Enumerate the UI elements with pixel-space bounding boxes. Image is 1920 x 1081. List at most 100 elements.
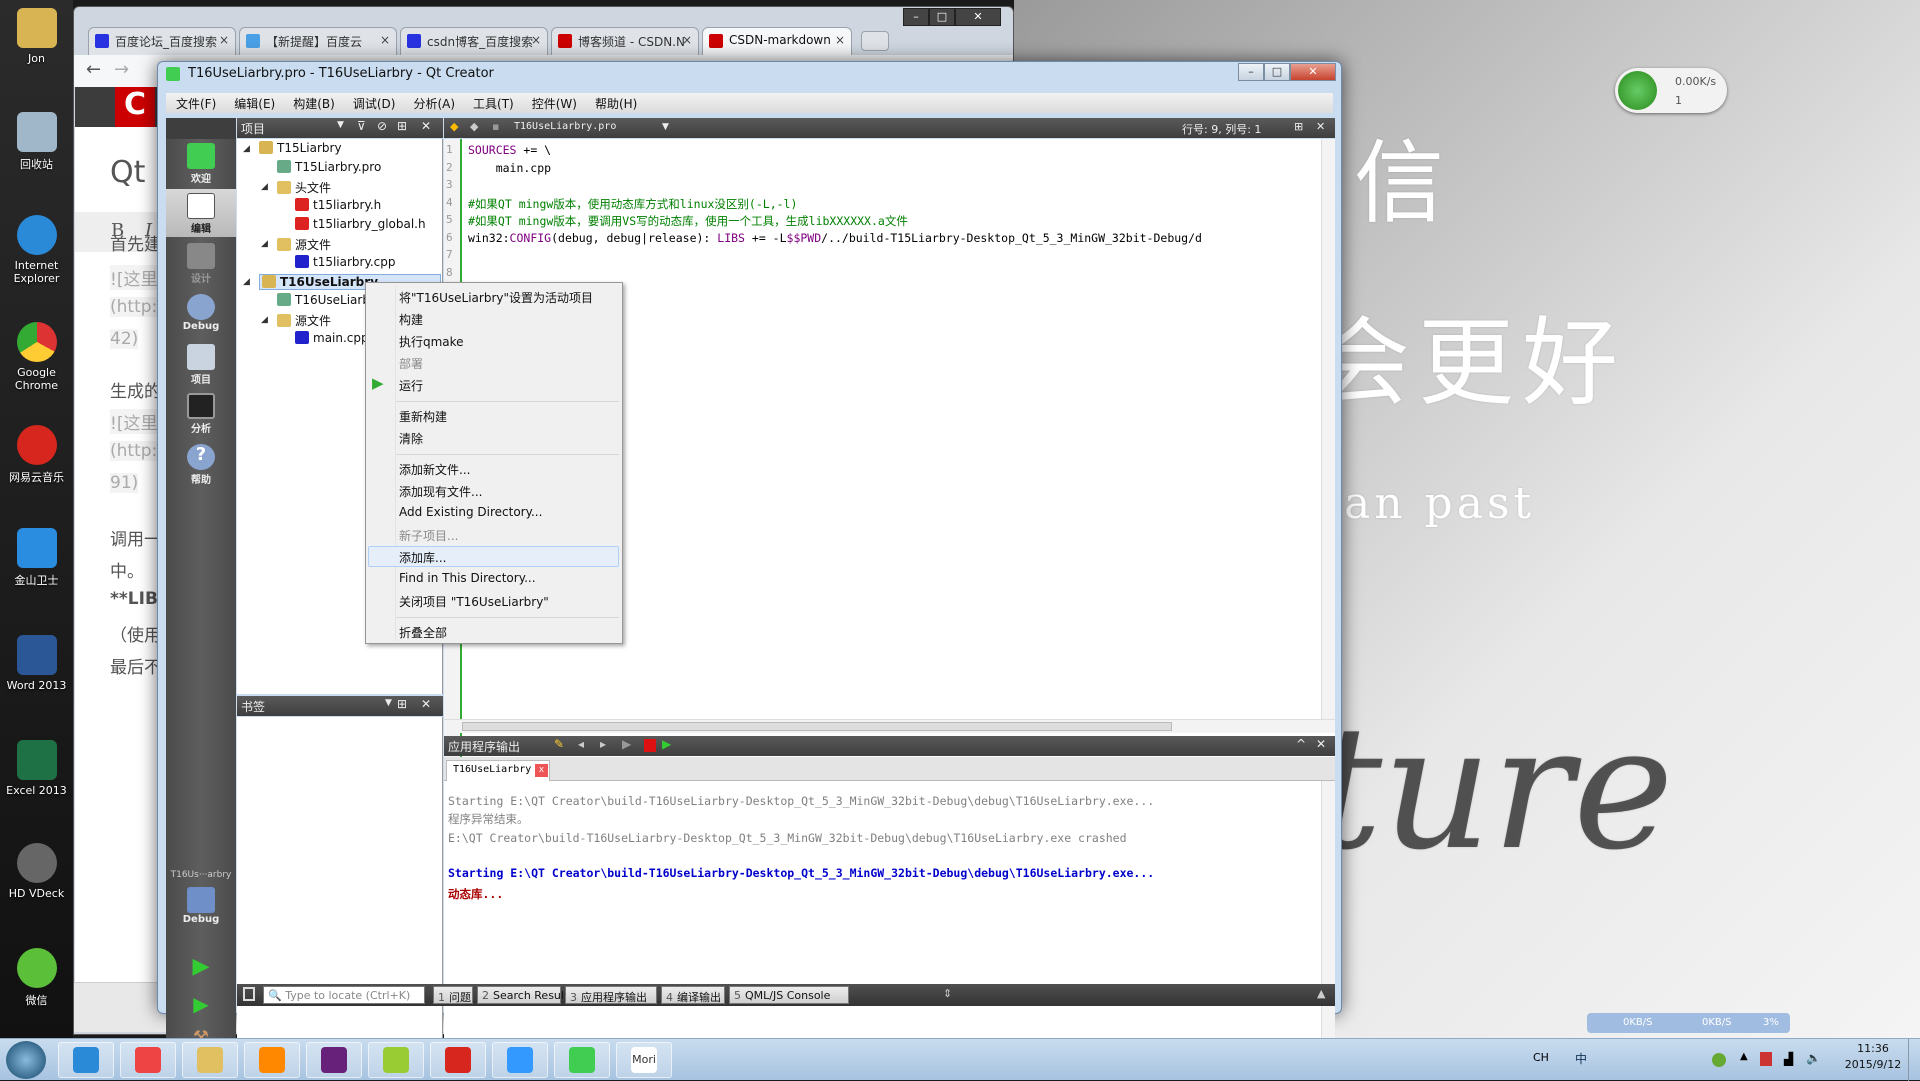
- close-icon[interactable]: ✕: [1316, 737, 1326, 751]
- run-button[interactable]: ▶: [166, 954, 236, 979]
- output-pane-button[interactable]: 1 问题: [433, 986, 473, 1004]
- mode-projects[interactable]: 项目: [166, 344, 236, 386]
- desktop-icon-recycle-bin[interactable]: 回收站: [0, 112, 73, 172]
- browser-tab[interactable]: 百度论坛_百度搜索 ×: [88, 27, 236, 55]
- context-menu-item[interactable]: 新子项目...: [399, 527, 458, 544]
- tree-item[interactable]: main.cpp: [295, 331, 369, 345]
- context-menu-item[interactable]: 添加现有文件...: [399, 483, 482, 500]
- start-button[interactable]: [6, 1041, 46, 1079]
- context-menu-item[interactable]: 添加新文件...: [399, 461, 470, 478]
- expand-arrow-icon[interactable]: ◢: [261, 182, 268, 192]
- minimize-button[interactable]: –: [1238, 63, 1264, 81]
- taskbar-app-file-explorer[interactable]: [182, 1042, 238, 1078]
- mode-design[interactable]: 设计: [166, 243, 236, 285]
- desktop-icon-netease-music[interactable]: 网易云音乐: [0, 425, 73, 485]
- minimize-button[interactable]: –: [903, 8, 929, 26]
- new-tab-button[interactable]: [861, 31, 889, 51]
- maximize-pane-icon[interactable]: ^: [1296, 737, 1306, 751]
- close-icon[interactable]: ×: [835, 33, 845, 47]
- browser-tab[interactable]: 博客频道 - CSDN.N ×: [551, 27, 699, 55]
- bookmarks-title[interactable]: 书签: [241, 700, 265, 714]
- split-icon[interactable]: ⊞: [397, 697, 407, 711]
- close-icon[interactable]: ×: [380, 33, 390, 47]
- desktop-icon-hd-vdeck[interactable]: HD VDeck: [0, 843, 73, 900]
- context-menu-item[interactable]: 重新构建: [399, 408, 447, 425]
- security-tray-icon[interactable]: [1760, 1052, 1772, 1066]
- close-button[interactable]: ✕: [1290, 63, 1336, 81]
- split-icon[interactable]: ⊞: [1294, 120, 1303, 133]
- show-hidden-icons[interactable]: ▲: [1740, 1051, 1748, 1062]
- context-menu-item[interactable]: 将"T16UseLiarbry"设置为活动项目: [399, 289, 593, 306]
- desktop-icon-jon[interactable]: Jon: [0, 8, 73, 65]
- menu-window[interactable]: 控件(W): [522, 93, 585, 112]
- menu-analyze[interactable]: 分析(A): [403, 93, 463, 112]
- taskbar-app-qt-creator[interactable]: [554, 1042, 610, 1078]
- mode-welcome[interactable]: 欢迎: [166, 143, 236, 185]
- expand-arrow-icon[interactable]: ◢: [261, 239, 268, 249]
- context-menu-item[interactable]: 运行: [399, 377, 423, 394]
- network-tray-icon[interactable]: ▟: [1784, 1052, 1793, 1066]
- tree-item[interactable]: 源文件: [277, 236, 331, 253]
- previous-icon[interactable]: ◂: [578, 737, 584, 751]
- stop-icon[interactable]: [644, 739, 656, 752]
- close-icon[interactable]: ×: [682, 33, 692, 47]
- clock[interactable]: 11:36 2015/9/12: [1838, 1042, 1908, 1071]
- desktop-icon-kingsoft-guard[interactable]: 金山卫士: [0, 528, 73, 588]
- maximize-button[interactable]: □: [1264, 63, 1290, 81]
- output-pane-button[interactable]: 2 Search Results: [477, 986, 574, 1004]
- expand-arrow-icon[interactable]: ◢: [243, 144, 250, 154]
- chevron-down-icon[interactable]: ▼: [662, 122, 669, 132]
- context-menu-item[interactable]: 清除: [399, 430, 423, 447]
- mode-edit[interactable]: 编辑: [166, 189, 236, 237]
- rerun-icon[interactable]: ▶: [622, 737, 631, 751]
- filter-icon[interactable]: ⊽: [357, 119, 366, 133]
- menu-file[interactable]: 文件(F): [166, 93, 224, 112]
- wifi-tray-icon[interactable]: [1712, 1053, 1726, 1067]
- split-icon[interactable]: ⊞: [397, 119, 407, 133]
- open-file-selector[interactable]: T16UseLiarbry.pro: [514, 121, 616, 132]
- chevron-down-icon[interactable]: ▼: [337, 120, 344, 130]
- expand-arrow-icon[interactable]: ◢: [261, 315, 268, 325]
- debug-icon[interactable]: ▶: [662, 737, 671, 751]
- taskbar-app-chrome[interactable]: [120, 1042, 176, 1078]
- context-menu-item[interactable]: 折叠全部: [399, 624, 447, 641]
- language-indicator[interactable]: CH: [1533, 1051, 1549, 1064]
- desktop-icon-ie[interactable]: Internet Explorer: [0, 215, 73, 285]
- attach-icon[interactable]: ✎: [554, 737, 564, 751]
- tree-item[interactable]: t15liarbry.h: [295, 198, 381, 212]
- forward-icon[interactable]: →: [114, 59, 129, 80]
- close-icon[interactable]: ✕: [1316, 120, 1325, 133]
- output-pane-button[interactable]: 3 应用程序输出: [565, 986, 657, 1004]
- menu-build[interactable]: 构建(B): [283, 93, 343, 112]
- context-menu-item[interactable]: Add Existing Directory...: [399, 505, 542, 519]
- cursor-position[interactable]: 行号: 9, 列号: 1: [1182, 121, 1261, 137]
- horizontal-scrollbar[interactable]: [444, 719, 1335, 733]
- close-icon[interactable]: ×: [531, 33, 541, 47]
- vertical-scrollbar[interactable]: [1321, 139, 1335, 719]
- taskbar-app-notepad[interactable]: [368, 1042, 424, 1078]
- expand-arrow-icon[interactable]: ◢: [243, 277, 250, 287]
- context-menu-item[interactable]: 关闭项目 "T16UseLiarbry": [399, 593, 549, 610]
- close-icon[interactable]: ✕: [421, 119, 431, 133]
- tree-item[interactable]: 头文件: [277, 179, 331, 196]
- browser-tab-active[interactable]: CSDN-markdown ×: [702, 27, 852, 55]
- close-button[interactable]: ✕: [955, 8, 1001, 26]
- kit-selector[interactable]: Debug: [166, 887, 236, 925]
- desktop-icon-wechat[interactable]: 微信: [0, 948, 73, 1008]
- context-menu-item[interactable]: 添加库...: [399, 549, 446, 566]
- taskbar-app-media-play[interactable]: [492, 1042, 548, 1078]
- link-icon[interactable]: ⊘: [377, 119, 387, 133]
- chevron-down-icon[interactable]: ▼: [385, 698, 392, 708]
- maximize-button[interactable]: □: [929, 8, 955, 26]
- browser-tab[interactable]: csdn博客_百度搜索 ×: [400, 27, 548, 55]
- volume-icon[interactable]: 🔈: [1806, 1051, 1821, 1065]
- menu-debug[interactable]: 调试(D): [343, 93, 404, 112]
- network-widget[interactable]: 0.00K/s 1: [1615, 68, 1727, 113]
- tree-item[interactable]: 源文件: [277, 312, 331, 329]
- taskbar-app-netease-music[interactable]: [430, 1042, 486, 1078]
- context-menu-item[interactable]: 执行qmake: [399, 333, 464, 350]
- mode-help[interactable]: ? 帮助: [166, 444, 236, 486]
- tree-item[interactable]: T15Liarbry.pro: [277, 160, 381, 174]
- ime-indicator[interactable]: 中: [1575, 1050, 1587, 1067]
- pane-scroll-icon[interactable]: ⇕: [943, 987, 952, 1000]
